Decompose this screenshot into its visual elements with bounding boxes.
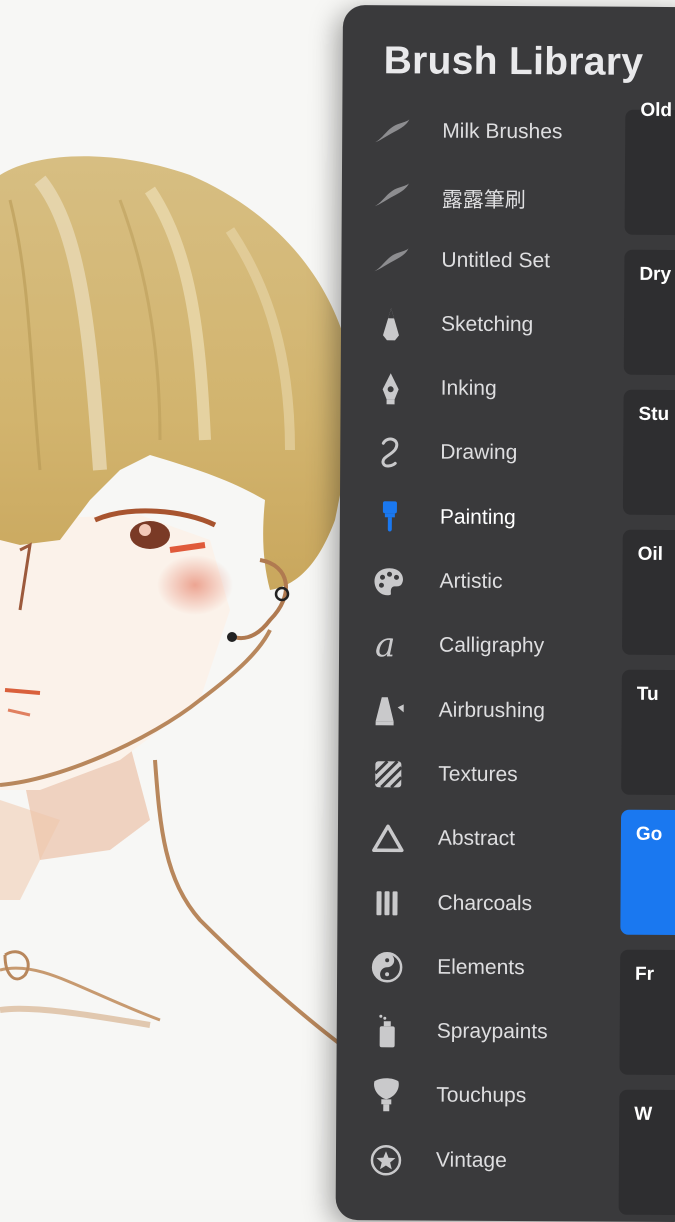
brush-name: Go: [635, 823, 663, 845]
brush-set-item[interactable]: Abstract: [338, 806, 618, 872]
squiggle-icon: [370, 435, 410, 471]
spray-can-icon: [367, 1013, 407, 1049]
brush-set-label: Inking: [440, 376, 497, 401]
brush-name: Fr: [635, 963, 655, 985]
brush-card[interactable]: Tu: [621, 669, 675, 796]
brush-name: Dry: [639, 263, 672, 286]
brush-set-label: Abstract: [437, 826, 516, 851]
brush-name: Old: [640, 99, 673, 122]
brush-set-label: Drawing: [440, 441, 518, 465]
pencil-icon: [371, 306, 411, 342]
brush-set-item[interactable]: Untitled Set: [341, 228, 621, 294]
brush-name: Tu: [636, 683, 659, 705]
brush-name: W: [634, 1103, 653, 1125]
brush-set-label: Charcoals: [437, 891, 533, 915]
brush-card[interactable]: Dry: [623, 249, 675, 376]
brush-set-label: Vintage: [435, 1148, 507, 1172]
brush-name: Stu: [638, 403, 670, 425]
brush-set-label: Milk Brushes: [442, 119, 563, 144]
brush-card[interactable]: Old: [624, 100, 675, 236]
brush-set-list: Milk Brushes 露露筆刷 Untitled Set Sketching Ink…: [336, 99, 623, 1194]
brush-card[interactable]: W: [618, 1089, 675, 1216]
brush-name: Oil: [637, 543, 664, 565]
brush-set-item[interactable]: Painting: [340, 485, 620, 551]
brush-set-item[interactable]: Sketching: [341, 292, 621, 358]
brush-set-label: Elements: [437, 955, 525, 979]
svg-text:a: a: [375, 629, 396, 663]
brush-set-item[interactable]: Spraypaints: [337, 999, 617, 1065]
calligraphy-a-icon: a: [369, 628, 409, 664]
brush-set-item[interactable]: a Calligraphy: [339, 613, 619, 679]
pen-nib-icon: [371, 370, 411, 406]
brush-stroke-icon: [372, 113, 412, 149]
brush-set-label: Artistic: [439, 569, 503, 594]
brush-set-item[interactable]: Milk Brushes: [342, 99, 622, 165]
triangle-icon: [368, 820, 408, 856]
brush-library-panel: Brush Library Milk Brushes 露露筆刷 Untitled S…: [335, 5, 675, 1222]
paint-brush-icon: [370, 499, 410, 535]
brush-set-item[interactable]: 露露筆刷: [342, 163, 622, 229]
texture-icon: [368, 756, 408, 792]
brush-set-label: Touchups: [436, 1084, 527, 1108]
brush-set-item[interactable]: Drawing: [340, 420, 620, 486]
star-badge-icon: [366, 1142, 406, 1178]
brush-set-item[interactable]: Touchups: [336, 1063, 616, 1129]
yin-yang-icon: [367, 949, 407, 985]
brush-stroke-icon: [372, 177, 412, 213]
brush-set-label: Untitled Set: [441, 248, 551, 272]
brush-set-item[interactable]: Inking: [340, 356, 620, 422]
airbrush-icon: [369, 692, 409, 728]
brush-stroke-icon: [371, 242, 411, 278]
brush-list: Old Dry Stu Oil Tu Go Fr W: [618, 100, 675, 1216]
panel-title: Brush Library: [383, 39, 644, 84]
brush-set-item[interactable]: Artistic: [339, 549, 619, 615]
brush-set-label: Painting: [439, 505, 516, 529]
touchup-brush-icon: [366, 1078, 406, 1114]
brush-set-label: Sketching: [440, 312, 534, 337]
brush-set-item[interactable]: Elements: [337, 935, 617, 1001]
brush-card[interactable]: Stu: [622, 389, 675, 516]
brush-card[interactable]: Oil: [622, 529, 675, 656]
brush-set-label: Textures: [438, 762, 518, 787]
brush-set-label: Calligraphy: [439, 633, 545, 658]
brush-card[interactable]: Go: [620, 809, 675, 936]
palette-icon: [369, 563, 409, 599]
brush-set-item[interactable]: Airbrushing: [338, 678, 618, 744]
charcoal-icon: [367, 885, 407, 921]
brush-set-label: Spraypaints: [436, 1019, 548, 1044]
brush-set-label: 露露筆刷: [441, 188, 526, 213]
brush-set-item[interactable]: Charcoals: [337, 871, 617, 937]
brush-set-label: Airbrushing: [438, 698, 545, 722]
brush-card[interactable]: Fr: [619, 949, 675, 1076]
brush-set-item[interactable]: Vintage: [336, 1128, 616, 1194]
brush-set-item[interactable]: Textures: [338, 742, 618, 808]
